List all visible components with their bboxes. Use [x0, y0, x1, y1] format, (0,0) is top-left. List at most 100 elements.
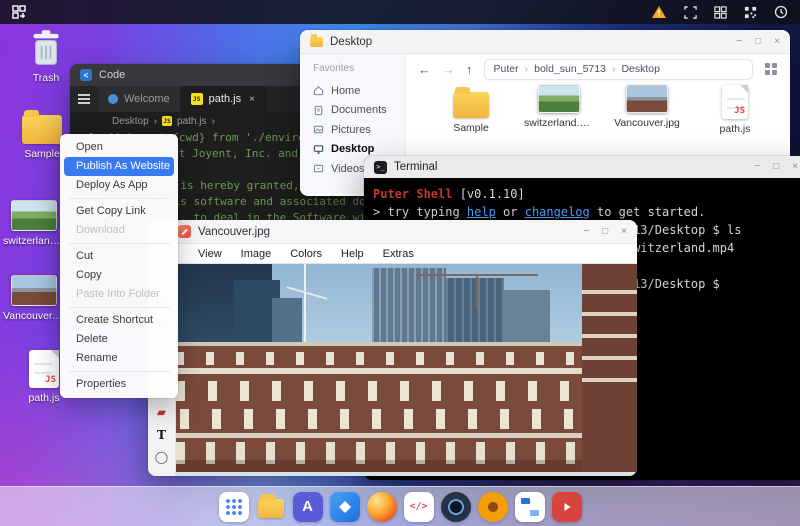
- photo-building: [582, 272, 637, 390]
- minimize-button[interactable]: −: [754, 162, 760, 172]
- diamond-icon: [338, 500, 351, 513]
- text-tool-icon[interactable]: T: [150, 424, 174, 447]
- taskbar-icon-camera[interactable]: [440, 491, 471, 522]
- context-menu-item-delete[interactable]: Delete: [64, 330, 174, 349]
- folder-icon: [22, 110, 62, 144]
- sidebar-item-home[interactable]: Home: [313, 81, 405, 101]
- puter-logo-icon[interactable]: [12, 5, 26, 19]
- video-thumbnail-icon: [11, 200, 57, 231]
- file-item-vancouver[interactable]: Vancouver.jpg: [614, 85, 680, 135]
- context-menu-item-open[interactable]: Open: [64, 138, 174, 157]
- document-icon: [314, 105, 323, 115]
- taskbar-icon-draw[interactable]: [514, 491, 545, 522]
- taskbar-icon-media[interactable]: [551, 491, 582, 522]
- folder-icon: [257, 494, 284, 518]
- maximize-button[interactable]: □: [755, 36, 761, 47]
- chevron-right-icon: ›: [524, 63, 529, 75]
- context-menu-item-create-shortcut[interactable]: Create Shortcut: [64, 311, 174, 330]
- file-manager-titlebar[interactable]: Desktop − □ ×: [300, 30, 790, 54]
- trash-icon: [33, 30, 59, 65]
- js-badge: JS: [734, 106, 745, 116]
- maximize-button[interactable]: □: [602, 226, 608, 237]
- clock-icon[interactable]: [774, 5, 788, 19]
- sidebar-item-documents[interactable]: Documents: [313, 101, 405, 121]
- code-window-title: Code: [99, 69, 126, 81]
- photo-brick-building: [176, 381, 582, 401]
- js-file-icon: JS: [722, 85, 748, 119]
- desktop-icon-trash[interactable]: Trash: [14, 28, 78, 84]
- folder-icon: [453, 87, 489, 118]
- paint-titlebar[interactable]: Vancouver.jpg − □ ×: [148, 220, 637, 244]
- context-menu-item-download: Download: [76, 224, 125, 236]
- taskbar-icon-dev-center[interactable]: [329, 491, 360, 522]
- file-item-pathjs[interactable]: JS path.js: [702, 85, 768, 135]
- taskbar-icon-app-center[interactable]: A: [292, 491, 323, 522]
- changelog-link[interactable]: changelog: [525, 205, 590, 219]
- paint-menubar: View Image Colors Help Extras: [148, 244, 637, 264]
- minimize-button[interactable]: −: [736, 36, 742, 47]
- maximize-button[interactable]: □: [773, 162, 779, 172]
- desktop-icon-vancouver[interactable]: Vancouver.jpg: [2, 275, 66, 322]
- taskbar-icon-browser[interactable]: [366, 491, 397, 522]
- terminal-titlebar[interactable]: >_ Terminal − □ ×: [364, 156, 800, 178]
- grid-view-icon[interactable]: [764, 62, 778, 76]
- desktop-icon-label: switzerland.mp4: [3, 235, 65, 247]
- tab-pathjs[interactable]: JS path.js ×: [180, 86, 266, 112]
- close-button[interactable]: ×: [774, 36, 780, 47]
- menu-colors[interactable]: Colors: [290, 248, 322, 260]
- menu-icon[interactable]: [70, 86, 98, 112]
- tab-welcome[interactable]: Welcome: [98, 86, 181, 112]
- qr-icon[interactable]: [744, 6, 757, 19]
- play-icon: [564, 502, 570, 511]
- back-button[interactable]: ←: [418, 62, 431, 77]
- close-button[interactable]: ×: [792, 162, 798, 172]
- forward-button[interactable]: →: [442, 62, 455, 77]
- desktop-icon-label: Sample: [24, 148, 60, 160]
- context-menu-item-deploy-as-app[interactable]: Deploy As App: [64, 176, 174, 195]
- ellipse-tool-icon[interactable]: ◯: [150, 446, 174, 469]
- desktop-icon-switzerland[interactable]: switzerland.mp4: [2, 200, 66, 247]
- file-item-switzerland[interactable]: switzerland.mp4: [524, 85, 594, 135]
- context-menu-item-properties[interactable]: Properties: [64, 375, 174, 394]
- paint-canvas[interactable]: [176, 264, 637, 476]
- paint-app-icon: [178, 225, 191, 238]
- breadcrumb[interactable]: Puter › bold_sun_5713 › Desktop: [483, 58, 753, 80]
- taskbar-icon-recorder[interactable]: [477, 491, 508, 522]
- photo-crane: [476, 274, 478, 310]
- taskbar-icon-code[interactable]: </>: [403, 491, 434, 522]
- minimize-button[interactable]: −: [583, 226, 589, 237]
- file-manager-title: Desktop: [330, 35, 373, 48]
- help-link[interactable]: help: [467, 205, 496, 219]
- sidebar-item-pictures[interactable]: Pictures: [313, 120, 405, 140]
- menu-extras[interactable]: Extras: [383, 248, 414, 260]
- menu-image[interactable]: Image: [241, 248, 272, 260]
- chevron-right-icon: ›: [153, 115, 158, 127]
- context-menu-item-copy[interactable]: Copy: [64, 266, 174, 285]
- taskbar-icon-files[interactable]: [256, 492, 286, 522]
- menu-view[interactable]: View: [198, 248, 222, 260]
- up-button[interactable]: ↑: [466, 62, 473, 77]
- context-menu-item-get-copy-link[interactable]: Get Copy Link: [64, 202, 174, 221]
- tab-close-icon[interactable]: ×: [249, 94, 255, 105]
- brush-tool-icon[interactable]: ▰: [150, 401, 174, 424]
- photo-brick-building: [176, 352, 582, 365]
- photo-brick-building: [176, 433, 582, 438]
- close-button[interactable]: ×: [621, 226, 627, 237]
- context-menu-item-publish-as-website[interactable]: Publish As Website: [64, 157, 174, 176]
- context-menu-item-cut[interactable]: Cut: [64, 247, 174, 266]
- js-icon: JS: [190, 93, 203, 105]
- file-item-sample[interactable]: Sample: [438, 85, 504, 135]
- welcome-icon: [108, 94, 118, 104]
- js-icon: JS: [162, 116, 173, 126]
- photo-brick-building: [176, 342, 582, 346]
- fullscreen-icon[interactable]: [684, 5, 697, 19]
- menu-help[interactable]: Help: [341, 248, 364, 260]
- context-menu-item-paste-into-folder: Paste Into Folder: [76, 288, 160, 300]
- app-launcher-button[interactable]: [218, 491, 249, 522]
- grid-icon[interactable]: [714, 5, 727, 19]
- context-menu: Open Publish As Website Deploy As App Ge…: [60, 134, 178, 398]
- terminal-icon: >_: [374, 160, 387, 174]
- context-menu-item-rename[interactable]: Rename: [64, 349, 174, 368]
- warning-icon[interactable]: !: [651, 5, 667, 19]
- terminal-line: Puter Shell [v0.1.10]: [373, 187, 525, 201]
